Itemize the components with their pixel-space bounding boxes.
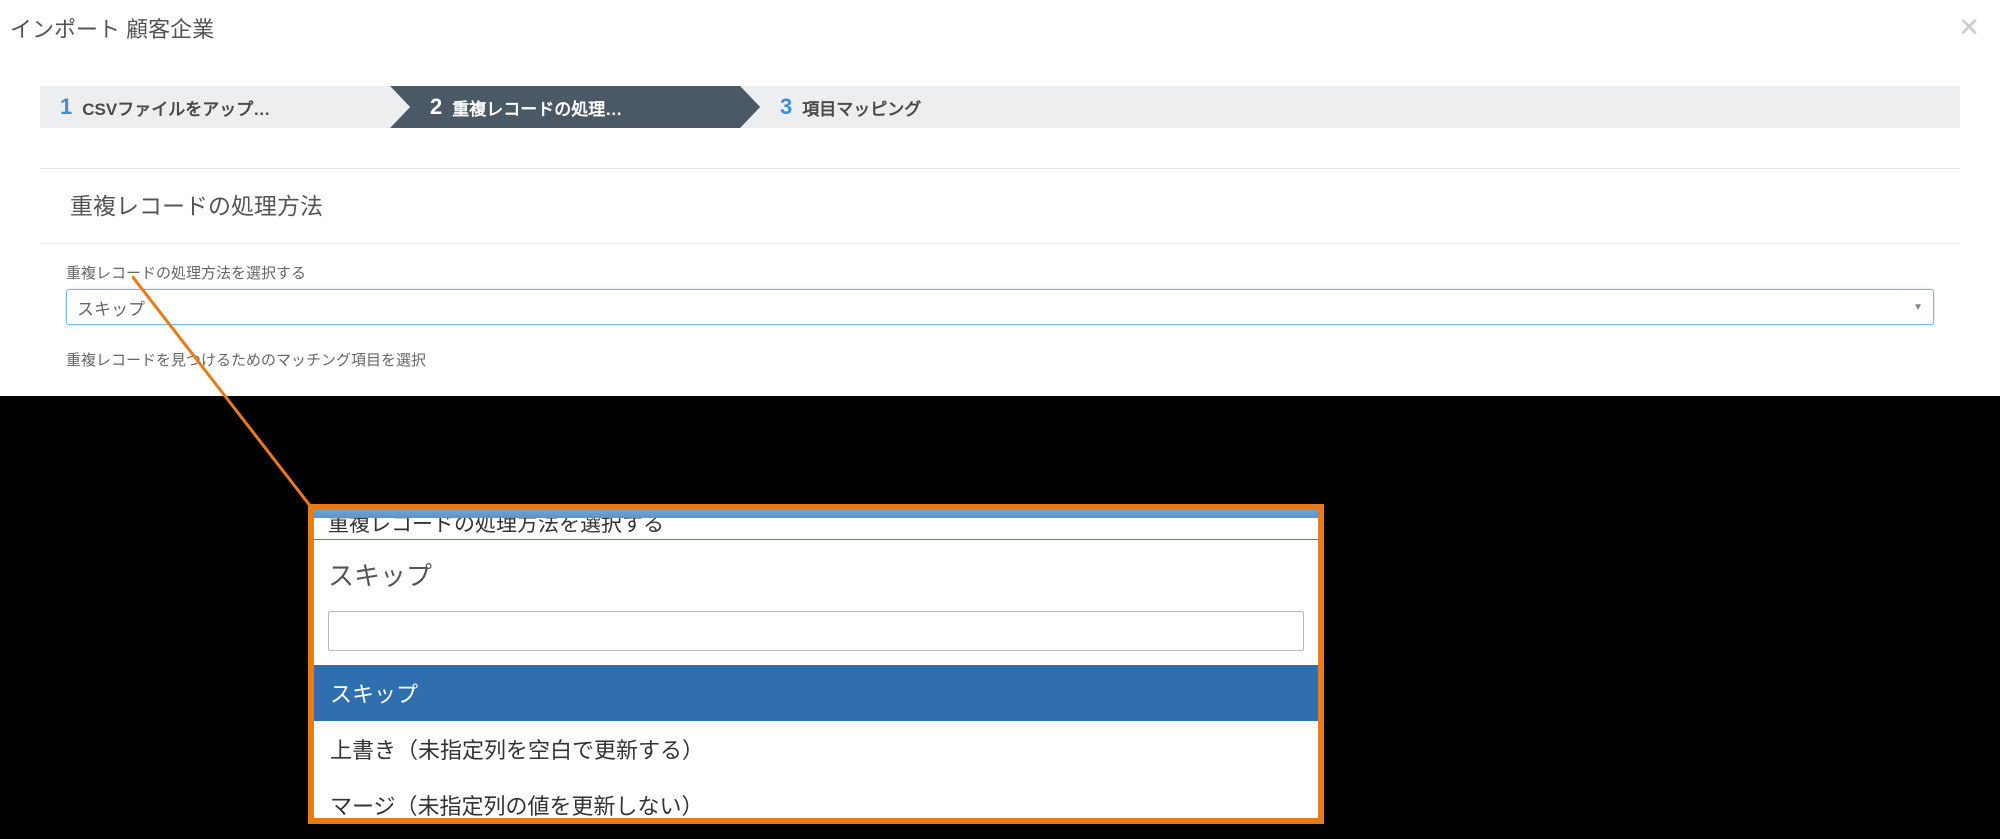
step-number: 2	[430, 94, 442, 120]
chevron-right-icon	[390, 86, 410, 128]
wizard-step-2[interactable]: 2 重複レコードの処理…	[390, 86, 740, 128]
dialog-header: インポート 顧客企業 ✕	[0, 0, 2000, 56]
step-label: CSVファイルをアップ…	[82, 95, 270, 120]
chevron-right-icon	[740, 86, 760, 128]
dropdown-option-skip[interactable]: スキップ	[314, 665, 1318, 721]
step-number: 1	[60, 94, 72, 120]
step-label: 項目マッピング	[802, 95, 921, 120]
select-label: 重複レコードの処理方法を選択する	[66, 262, 1934, 283]
caret-down-icon: ▼	[1913, 302, 1923, 313]
close-icon[interactable]: ✕	[1958, 12, 1980, 43]
dropdown-option-merge[interactable]: マージ（未指定列の値を更新しない）	[314, 777, 1318, 824]
dropdown-search-input[interactable]	[328, 611, 1304, 651]
dropdown-option-overwrite[interactable]: 上書き（未指定列を空白で更新する）	[314, 721, 1318, 777]
callout-strip	[314, 510, 1318, 518]
duplicate-handling-panel: 重複レコードの処理方法 重複レコードの処理方法を選択する スキップ ▼ 重複レコ…	[40, 168, 1960, 370]
wizard-steps: 1 CSVファイルをアップ… 2 重複レコードの処理… 3 項目マッピング	[40, 86, 1960, 128]
callout-header-cut: 重複レコードの処理方法を選択する	[314, 518, 1318, 540]
dialog-title: インポート 顧客企業	[10, 12, 1990, 44]
wizard-step-3[interactable]: 3 項目マッピング	[740, 86, 1070, 128]
step-label: 重複レコードの処理…	[452, 95, 622, 120]
step-number: 3	[780, 94, 792, 120]
dropdown-callout: 重複レコードの処理方法を選択する スキップ スキップ 上書き（未指定列を空白で更…	[308, 504, 1324, 824]
select-value: スキップ	[77, 295, 145, 320]
wizard-step-1[interactable]: 1 CSVファイルをアップ…	[40, 86, 390, 128]
duplicate-action-select[interactable]: スキップ ▼	[66, 289, 1934, 325]
matching-fields-label: 重複レコードを見つけるためのマッチング項目を選択	[66, 349, 1934, 370]
dropdown-selected-value: スキップ	[314, 540, 1318, 611]
chevron-right-icon	[1070, 86, 1090, 128]
panel-title: 重複レコードの処理方法	[40, 169, 1960, 244]
form-area: 重複レコードの処理方法を選択する スキップ ▼ 重複レコードを見つけるためのマッ…	[40, 244, 1960, 370]
